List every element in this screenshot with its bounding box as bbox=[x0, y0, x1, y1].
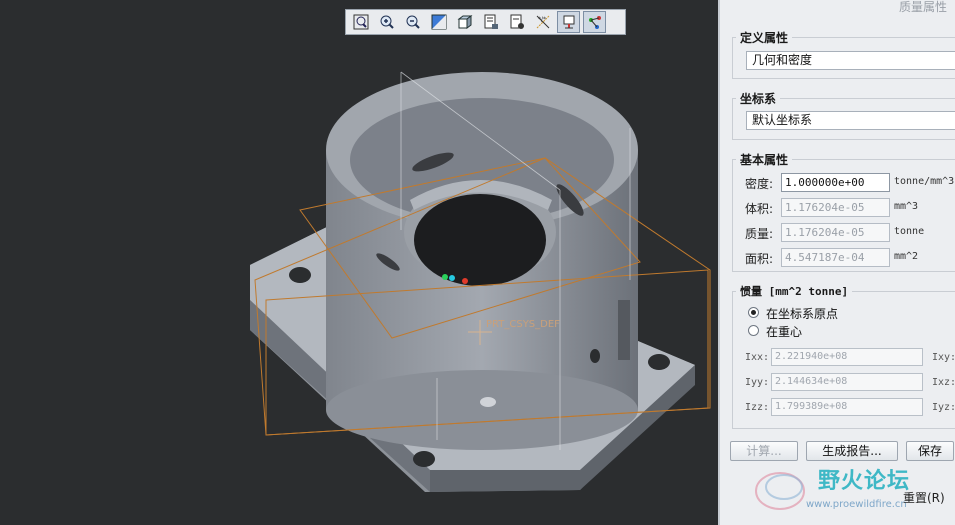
generate-report-button[interactable]: 生成报告... bbox=[806, 441, 898, 461]
mass-unit: tonne bbox=[894, 226, 925, 237]
watermark-url: www.proewildfire.cn bbox=[806, 499, 907, 510]
izz-label: Izz: bbox=[745, 402, 770, 413]
ixy-label: Ixy: bbox=[932, 352, 955, 363]
calculate-button[interactable]: 计算... bbox=[730, 441, 798, 461]
volume-label: 体积: bbox=[745, 202, 774, 216]
area-field: 4.547187e-04 bbox=[781, 248, 890, 267]
volume-field: 1.176204e-05 bbox=[781, 198, 890, 217]
ixx-label: Ixx: bbox=[745, 352, 770, 363]
iyz-label: Iyz: bbox=[932, 402, 955, 413]
ixx-field: 2.221940e+08 bbox=[771, 348, 923, 366]
view-manager-icon[interactable] bbox=[505, 11, 528, 33]
define-title: 定义属性 bbox=[736, 29, 793, 46]
view-toolbar: */* bbox=[345, 9, 626, 35]
density-label: 密度: bbox=[745, 177, 774, 191]
radio-origin-label[interactable]: 在坐标系原点 bbox=[766, 305, 838, 322]
area-unit: mm^2 bbox=[894, 251, 919, 262]
radio-center[interactable] bbox=[748, 325, 759, 336]
csys-display-icon[interactable] bbox=[583, 11, 606, 33]
radio-center-label[interactable]: 在重心 bbox=[766, 323, 802, 340]
display-style-icon[interactable] bbox=[453, 11, 476, 33]
mass-properties-panel: 质量属性 定义属性 几何和密度 坐标系 默认坐标系 基本属性 密度: 1.000… bbox=[718, 0, 955, 525]
saved-orientations-icon[interactable] bbox=[479, 11, 502, 33]
model-view[interactable] bbox=[0, 0, 718, 525]
radio-origin[interactable] bbox=[748, 307, 759, 318]
volume-unit: mm^3 bbox=[894, 201, 919, 212]
iyy-label: Iyy: bbox=[745, 377, 770, 388]
reset-button[interactable]: 重置(R) bbox=[903, 489, 945, 506]
izz-field: 1.799389e+08 bbox=[771, 398, 923, 416]
csys-title: 坐标系 bbox=[736, 90, 781, 107]
zoom-out-icon[interactable] bbox=[401, 11, 424, 33]
refit-icon[interactable] bbox=[349, 11, 372, 33]
datum-display-icon[interactable]: */* bbox=[531, 11, 554, 33]
area-label: 面积: bbox=[745, 252, 774, 266]
watermark-text: 野火论坛 bbox=[818, 469, 911, 494]
zoom-in-icon[interactable] bbox=[375, 11, 398, 33]
csys-label: PRT_CSYS_DEF bbox=[486, 319, 560, 330]
density-unit: tonne/mm^3 bbox=[894, 176, 955, 187]
density-field[interactable]: 1.000000e+00 bbox=[781, 173, 890, 192]
define-dropdown[interactable]: 几何和密度 bbox=[746, 51, 955, 70]
spin-center-icon[interactable] bbox=[557, 11, 580, 33]
panel-title: 质量属性 bbox=[898, 0, 947, 14]
repaint-icon[interactable] bbox=[427, 11, 450, 33]
mass-field: 1.176204e-05 bbox=[781, 223, 890, 242]
watermark-logo-icon bbox=[755, 472, 805, 510]
csys-dropdown[interactable]: 默认坐标系 bbox=[746, 111, 955, 130]
save-button[interactable]: 保存 bbox=[906, 441, 954, 461]
iyy-field: 2.144634e+08 bbox=[771, 373, 923, 391]
basic-title: 基本属性 bbox=[736, 151, 793, 168]
housing-body bbox=[326, 72, 638, 450]
graphics-window[interactable]: PRT_CSYS_DEF */* bbox=[0, 0, 718, 525]
ixz-label: Ixz: bbox=[932, 377, 955, 388]
svg-text:*/*: */* bbox=[538, 16, 546, 23]
mass-label: 质量: bbox=[745, 227, 774, 241]
inertia-title: 惯量 [mm^2 tonne] bbox=[736, 283, 853, 299]
